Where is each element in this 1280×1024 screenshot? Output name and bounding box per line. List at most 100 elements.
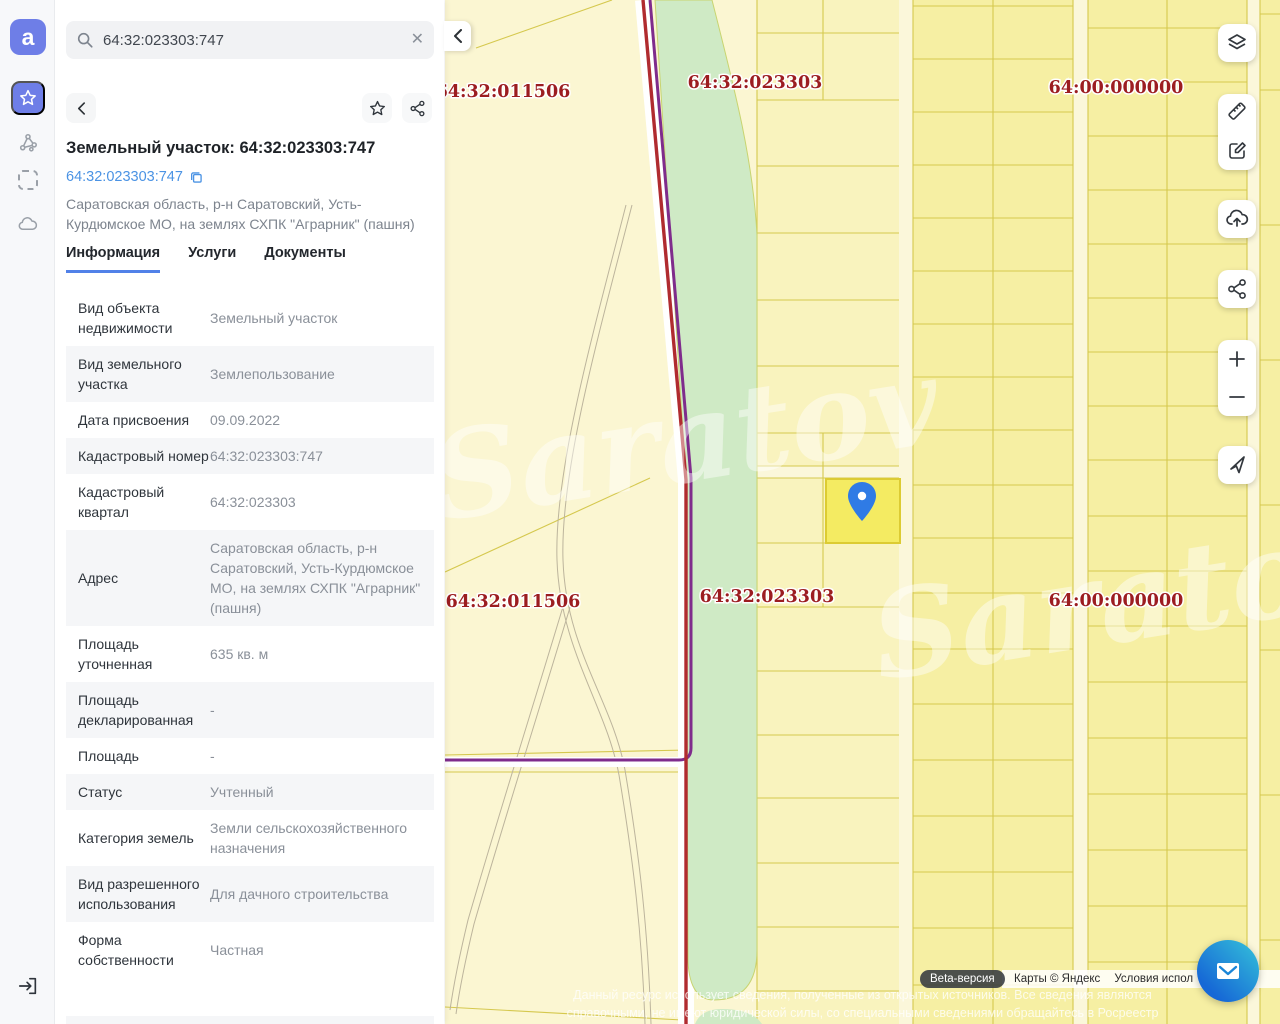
search-icon <box>77 32 93 48</box>
sidebar-item-favorites[interactable] <box>11 81 45 115</box>
map-control-draw-group <box>1218 94 1256 170</box>
sidebar-item-area-select[interactable] <box>15 167 40 192</box>
terms-link[interactable]: Условия испол <box>1114 973 1193 985</box>
cadastral-number-link[interactable]: 64:32:023303:747 <box>66 169 204 185</box>
table-row: Форма собственности Частная <box>66 922 434 978</box>
edit-button[interactable] <box>1218 132 1256 170</box>
row-value: 64:32:023303:747 <box>210 448 323 464</box>
app-logo[interactable]: a <box>10 19 46 55</box>
table-row: Вид объекта недвижимости Земельный участо… <box>66 290 434 346</box>
object-title: Земельный участок: 64:32:023303:747 <box>66 139 376 157</box>
table-row: Площадь уточненная 635 кв. м <box>66 626 434 682</box>
polygon-nodes-icon <box>19 133 37 152</box>
row-value: Для дачного строительства <box>210 886 389 902</box>
back-button[interactable] <box>66 93 96 123</box>
ruler-icon <box>1228 102 1246 120</box>
table-row: Статус Учтенный <box>66 774 434 810</box>
cad-label-000000-top: 64:00:000000 <box>1049 78 1184 98</box>
sidebar-item-objects[interactable] <box>15 130 40 155</box>
share-object-button[interactable] <box>402 93 432 123</box>
row-label: Вид объекта недвижимости <box>78 300 173 336</box>
sidebar-item-login[interactable] <box>15 973 40 998</box>
row-value: Землепользование <box>210 366 335 382</box>
share-icon <box>1228 279 1246 299</box>
details-panel: ✕ Земельный участок: 64:32:023303:747 64… <box>55 0 444 1024</box>
row-label: Категория земель <box>78 830 194 846</box>
cloud-upload-icon <box>1226 209 1249 227</box>
plus-icon <box>1229 351 1245 367</box>
cad-label-023303-bottom: 64:32:023303 <box>700 587 835 607</box>
table-row: Адрес Саратовская область, р-н Саратовски… <box>66 530 434 626</box>
row-value: 635 кв. м <box>210 646 269 662</box>
row-value: - <box>210 702 215 718</box>
share-icon <box>409 100 425 116</box>
row-label: Вид земельного участка <box>78 356 182 392</box>
edit-icon <box>1229 142 1246 159</box>
tab-0[interactable]: Информация <box>66 245 161 273</box>
chevron-left-icon <box>453 29 462 43</box>
dashed-square-icon <box>17 169 38 190</box>
exit-icon <box>18 977 36 994</box>
minus-icon <box>1229 396 1245 398</box>
panel-tabs: Информация Услуги Документы <box>66 245 434 273</box>
attributes-table: Вид объекта недвижимости Земельный участо… <box>66 290 434 978</box>
row-value: Саратовская область, р-н Саратовский, Ус… <box>210 540 421 616</box>
row-value: - <box>210 748 215 764</box>
table-row: Кадастровый номер 64:32:023303:747 <box>66 438 434 474</box>
map-control-locate-group <box>1218 446 1256 484</box>
row-label: Кадастровый квартал <box>78 484 165 520</box>
chevron-left-icon <box>77 101 85 115</box>
table-row: Вид разрешенного использования Для дачног… <box>66 866 434 922</box>
search-bar: ✕ <box>66 21 434 59</box>
cloud-upload-button[interactable] <box>1218 200 1256 238</box>
yandex-copyright[interactable]: Карты © Яндекс <box>1014 973 1100 985</box>
zoom-out-button[interactable] <box>1218 378 1256 416</box>
row-label: Площадь уточненная <box>78 636 153 672</box>
zoom-controls-group <box>1218 340 1256 416</box>
beta-badge: Beta-версия <box>920 970 1005 988</box>
row-value: Частная <box>210 942 264 958</box>
tab-2[interactable]: Документы <box>264 245 346 273</box>
collapse-panel-button[interactable] <box>444 21 471 51</box>
row-label: Адрес <box>78 570 119 586</box>
row-label: Площадь декларированная <box>78 692 194 728</box>
measure-button[interactable] <box>1218 94 1256 132</box>
table-row: Площадь - <box>66 738 434 774</box>
layers-icon <box>1228 34 1246 50</box>
navigation-arrow-icon <box>1230 456 1245 474</box>
row-value: 64:32:023303 <box>210 494 296 510</box>
cad-label-000000-bottom: 64:00:000000 <box>1049 591 1184 611</box>
cad-label-011506-bottom: 64:32:011506 <box>446 592 581 612</box>
favorite-object-button[interactable] <box>362 93 392 123</box>
cadastral-number-text: 64:32:023303:747 <box>66 169 183 185</box>
table-row: Кадастровый квартал 64:32:023303 <box>66 474 434 530</box>
row-label: Форма собственности <box>78 932 174 968</box>
search-input[interactable] <box>103 31 411 49</box>
tab-1[interactable]: Услуги <box>188 245 236 273</box>
sidebar-item-cloud[interactable] <box>15 212 40 237</box>
cad-label-011506-top: 64:32:011506 <box>445 82 570 102</box>
layers-button[interactable] <box>1218 24 1256 62</box>
zoom-in-button[interactable] <box>1218 340 1256 378</box>
icon-rail: a <box>0 0 55 1024</box>
copy-icon[interactable] <box>189 170 204 185</box>
row-value: 09.09.2022 <box>210 412 281 428</box>
row-label: Дата присвоения <box>78 412 190 428</box>
cadastral-map[interactable]: Saratov Saratov 64:32:011506 64:32:02330… <box>445 0 1280 1024</box>
row-value: Земли сельскохозяйственного назначения <box>210 820 408 856</box>
cad-label-023303-top: 64:32:023303 <box>688 73 823 93</box>
envelope-icon <box>1217 963 1239 979</box>
map-control-layers-group <box>1218 24 1256 62</box>
star-icon <box>369 100 385 115</box>
table-row: Площадь декларированная - <box>66 682 434 738</box>
locate-button[interactable] <box>1218 446 1256 484</box>
feedback-chat-button[interactable] <box>1197 940 1259 1002</box>
table-row: Категория земель Земли сельскохозяйственн… <box>66 810 434 866</box>
share-map-button[interactable] <box>1218 270 1256 308</box>
object-address: Саратовская область, р-н Саратовский, Ус… <box>66 196 415 232</box>
next-row-peek <box>66 1016 434 1024</box>
map-control-share-group <box>1218 270 1256 308</box>
table-row: Дата присвоения 09.09.2022 <box>66 402 434 438</box>
clear-search-button[interactable]: ✕ <box>411 32 424 48</box>
row-value: Учтенный <box>210 784 274 800</box>
